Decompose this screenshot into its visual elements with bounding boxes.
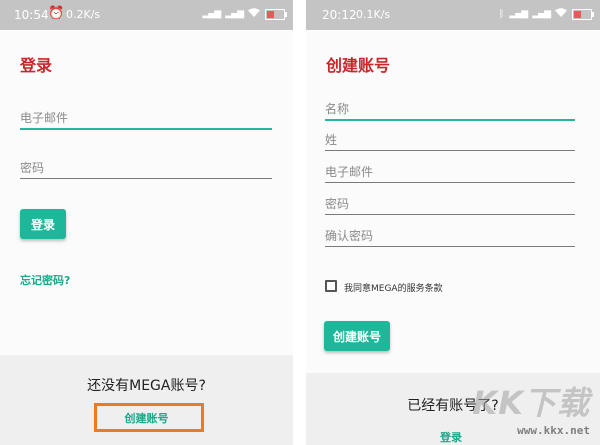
login-link[interactable]: 登录 — [440, 429, 462, 445]
terms-of-service-link[interactable]: 服务条款 — [407, 284, 443, 294]
email-field[interactable] — [325, 161, 575, 183]
page-title: 创建账号 — [326, 56, 391, 75]
password-input[interactable] — [20, 161, 272, 178]
bluetooth-icon: ᛒ — [498, 8, 505, 20]
alarm-icon: ⏰ — [48, 6, 65, 21]
login-screen: 10:54 ⏰ 0.2K/s ▂▄▆ ▂▄▆ 登录 登录 忘记密码? 还没有ME… — [0, 0, 293, 445]
page-title: 登录 — [20, 56, 53, 75]
status-time: 20:12 — [322, 8, 357, 22]
signup-screen: 20:12 0.1K/s ᛒ ▂▄▆ ▂▄▆ 创建账号 我同意MEGA的服务条款… — [306, 0, 600, 445]
terms-prefix: 我同意MEGA的 — [344, 284, 407, 294]
status-bar: 10:54 ⏰ 0.2K/s ▂▄▆ ▂▄▆ — [0, 0, 293, 30]
name-field[interactable] — [325, 98, 575, 121]
confirm-password-input[interactable] — [325, 229, 575, 246]
screens-divider — [293, 0, 306, 445]
status-time: 10:54 — [14, 8, 49, 22]
status-icons: ᛒ ▂▄▆ ▂▄▆ — [498, 8, 594, 20]
signal-icon: ▂▄▆ — [225, 9, 244, 19]
password-field[interactable] — [20, 157, 272, 179]
no-account-text: 还没有MEGA账号? — [87, 378, 206, 394]
wifi-icon — [248, 8, 260, 20]
email-field[interactable] — [20, 107, 272, 130]
surname-field[interactable] — [325, 129, 575, 151]
network-speed: 0.1K/s — [356, 8, 391, 21]
create-account-link[interactable]: 创建账号 — [0, 410, 293, 426]
email-input[interactable] — [325, 165, 575, 182]
signal-icon: ▂▄▆ — [509, 9, 528, 19]
signal-icon: ▂▄▆ — [202, 9, 221, 19]
battery-icon — [572, 8, 594, 20]
login-button[interactable]: 登录 — [20, 209, 66, 239]
create-account-button[interactable]: 创建账号 — [324, 321, 390, 351]
confirm-password-field[interactable] — [325, 225, 575, 247]
status-icons: ▂▄▆ ▂▄▆ — [202, 8, 287, 20]
password-input[interactable] — [325, 197, 575, 214]
surname-input[interactable] — [325, 133, 575, 150]
signup-footer: 还没有MEGA账号? 创建账号 — [0, 355, 293, 445]
terms-label: 我同意MEGA的服务条款 — [344, 281, 443, 294]
name-input[interactable] — [325, 102, 575, 119]
login-footer: 已经有账号了? 登录 — [306, 373, 600, 445]
battery-icon — [265, 8, 287, 20]
forgot-password-link[interactable]: 忘记密码? — [20, 272, 70, 288]
password-field[interactable] — [325, 193, 575, 215]
network-speed: 0.2K/s — [66, 8, 101, 21]
email-input[interactable] — [20, 111, 272, 128]
signal-icon: ▂▄▆ — [532, 9, 551, 19]
terms-checkbox[interactable] — [325, 280, 337, 292]
have-account-text: 已经有账号了? — [407, 398, 499, 414]
status-bar: 20:12 0.1K/s ᛒ ▂▄▆ ▂▄▆ — [306, 0, 600, 30]
wifi-icon — [555, 8, 567, 20]
